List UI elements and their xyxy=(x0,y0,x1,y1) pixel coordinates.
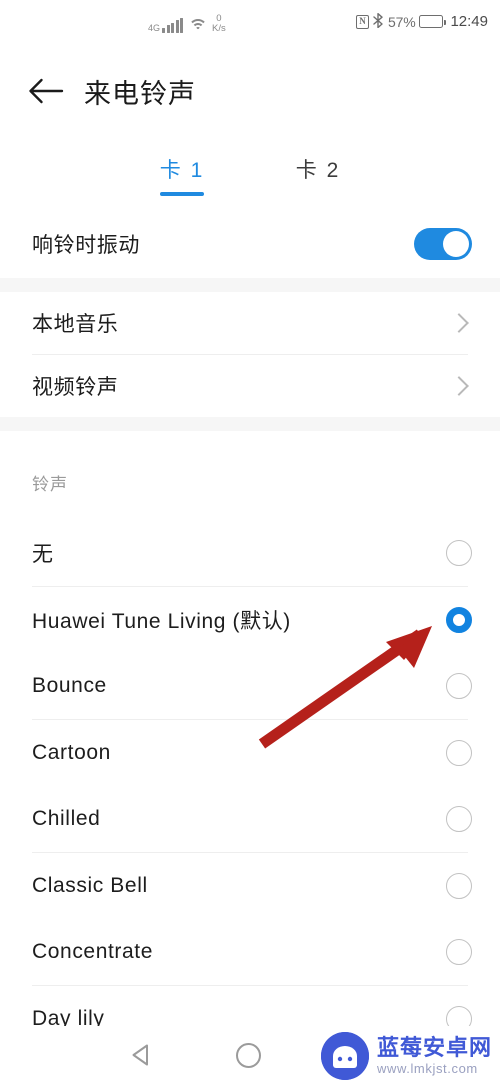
wifi-icon xyxy=(188,18,208,33)
chevron-right-icon xyxy=(449,376,469,396)
data-speed-indicator: 0 K/s xyxy=(212,14,226,34)
tab-sim-1-label: 卡 1 xyxy=(159,159,205,182)
ringtone-radio[interactable] xyxy=(446,939,472,966)
watermark-text: 蓝莓安卓网 www.lmkjst.com xyxy=(376,1035,492,1076)
ringtone-radio[interactable] xyxy=(446,872,472,899)
ringtone-row[interactable]: Cartoon xyxy=(0,719,500,786)
ringtone-label: Concentrate xyxy=(32,940,154,964)
battery-icon xyxy=(419,15,447,28)
site-watermark: 蓝莓安卓网 www.lmkjst.com xyxy=(320,1032,492,1080)
battery-percent-label: 57% xyxy=(388,13,416,30)
ringtone-label: Huawei Tune Living (默认) xyxy=(32,609,291,633)
section-gap-band-1 xyxy=(0,278,500,292)
ringtone-label: Classic Bell xyxy=(32,873,148,897)
ringtone-label: Cartoon xyxy=(32,740,111,764)
ringtone-section-header: 铃声 xyxy=(32,475,68,494)
local-music-label: 本地音乐 xyxy=(32,313,119,336)
ringtone-row[interactable]: Huawei Tune Living (默认) xyxy=(0,586,500,653)
system-nav-bar: 蓝莓安卓网 www.lmkjst.com xyxy=(0,1026,500,1084)
network-type-label: 4G xyxy=(148,22,161,33)
ringtone-label: Chilled xyxy=(32,807,101,831)
ringtone-radio[interactable] xyxy=(446,739,472,766)
ringtone-row[interactable]: Classic Bell xyxy=(0,852,500,919)
page-title: 来电铃声 xyxy=(84,78,196,109)
sim-tabs: 卡 1 卡 2 xyxy=(0,150,500,206)
ringtone-row[interactable]: 无 xyxy=(0,520,500,587)
ringtone-radio[interactable] xyxy=(446,673,472,700)
section-gap-band-2 xyxy=(0,417,500,431)
vibrate-on-ring-row[interactable]: 响铃时振动 xyxy=(0,210,500,278)
video-ringtone-row[interactable]: 视频铃声 xyxy=(0,355,500,417)
nfc-icon: N xyxy=(356,14,370,29)
data-speed-unit: K/s xyxy=(212,22,226,34)
title-bar: 来电铃声 xyxy=(0,52,500,130)
ringtone-label: Bounce xyxy=(32,674,107,698)
nav-back-triangle-icon[interactable] xyxy=(128,1042,154,1068)
vibrate-on-ring-toggle[interactable] xyxy=(414,228,472,260)
ringtone-row[interactable]: Concentrate xyxy=(0,919,500,986)
status-bar: 4G 0 K/s N 57% 12:49 xyxy=(0,0,500,52)
status-bar-right: N 57% 12:49 xyxy=(356,13,488,30)
tab-inactive-indicator xyxy=(296,192,340,196)
tab-sim-1[interactable]: 卡 1 xyxy=(134,150,230,206)
ringtone-row[interactable]: Chilled xyxy=(0,786,500,853)
signal-bars-icon xyxy=(162,17,184,33)
nav-home-circle-icon[interactable] xyxy=(236,1043,261,1068)
bluetooth-icon xyxy=(373,13,384,30)
tab-sim-2-label: 卡 2 xyxy=(295,159,341,182)
video-ringtone-label: 视频铃声 xyxy=(32,376,119,399)
status-bar-left: 4G 0 K/s xyxy=(148,14,226,34)
ringtone-row[interactable]: Bounce xyxy=(0,653,500,720)
toggle-knob xyxy=(443,231,469,257)
phone-screen: 4G 0 K/s N 57% 12:49 来电铃声 卡 1 卡 2 响铃时振动 … xyxy=(0,0,500,1084)
tab-sim-2[interactable]: 卡 2 xyxy=(270,150,366,206)
ringtone-radio[interactable] xyxy=(446,540,472,567)
ringtone-label: 无 xyxy=(32,543,54,567)
watermark-site-url: www.lmkjst.com xyxy=(376,1061,478,1076)
local-music-row[interactable]: 本地音乐 xyxy=(0,292,500,354)
ringtone-radio[interactable] xyxy=(446,806,472,833)
tab-active-indicator xyxy=(160,192,204,196)
android-robot-logo-icon xyxy=(320,1032,369,1080)
chevron-right-icon xyxy=(449,313,469,333)
vibrate-on-ring-label: 响铃时振动 xyxy=(32,234,140,257)
clock-label: 12:49 xyxy=(450,13,488,30)
watermark-site-name: 蓝莓安卓网 xyxy=(376,1035,492,1060)
back-arrow-icon[interactable] xyxy=(16,61,76,121)
ringtone-radio-selected[interactable] xyxy=(446,606,472,633)
